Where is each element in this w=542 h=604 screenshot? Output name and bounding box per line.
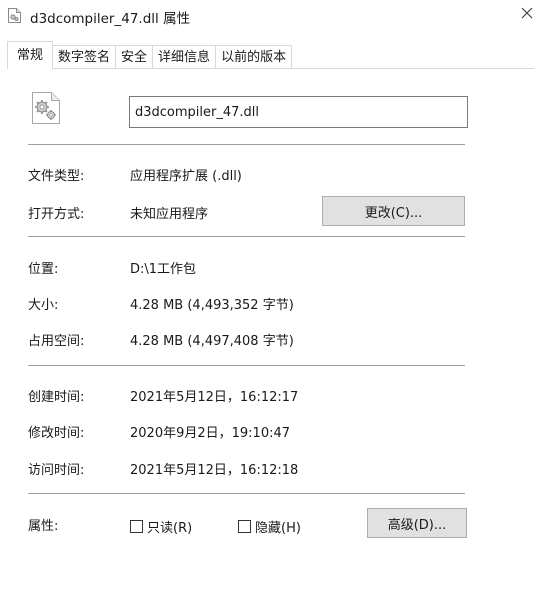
size-label: 大小: <box>28 298 59 313</box>
separator <box>28 365 465 366</box>
separator <box>28 236 465 237</box>
close-icon <box>521 7 533 23</box>
opens-with-label: 打开方式: <box>28 207 85 222</box>
properties-dialog: d3dcompiler_47.dll 属性 常规 数字签名 安全 详细信息 以前… <box>0 0 542 604</box>
readonly-checkbox-row[interactable]: 只读(R) <box>130 517 192 536</box>
location-label: 位置: <box>28 262 59 277</box>
opens-with-value: 未知应用程序 <box>130 207 209 222</box>
window-title: d3dcompiler_47.dll 属性 <box>30 11 191 27</box>
advanced-button[interactable]: 高级(D)... <box>367 508 467 538</box>
close-button[interactable] <box>512 0 542 30</box>
filename-input[interactable] <box>129 96 468 128</box>
tab-previous-versions[interactable]: 以前的版本 <box>215 45 293 69</box>
readonly-label: 只读(R) <box>147 521 193 536</box>
tab-details[interactable]: 详细信息 <box>152 45 217 69</box>
tab-digital-signatures[interactable]: 数字签名 <box>52 45 117 69</box>
tab-security[interactable]: 安全 <box>115 45 154 69</box>
dll-file-icon <box>8 8 21 23</box>
accessed-value: 2021年5月12日，16:12:18 <box>130 463 299 478</box>
tab-general[interactable]: 常规 <box>7 41 54 69</box>
separator <box>28 144 465 145</box>
general-tab-panel: 文件类型: 应用程序扩展 (.dll) 打开方式: 未知应用程序 更改(C)..… <box>0 69 542 604</box>
accessed-label: 访问时间: <box>28 463 85 478</box>
hidden-label: 隐藏(H) <box>255 521 301 536</box>
hidden-checkbox-row[interactable]: 隐藏(H) <box>238 517 301 536</box>
size-on-disk-label: 占用空间: <box>28 334 85 349</box>
modified-value: 2020年9月2日，19:10:47 <box>130 426 291 441</box>
modified-label: 修改时间: <box>28 426 85 441</box>
attributes-label: 属性: <box>28 519 59 534</box>
title-bar[interactable]: d3dcompiler_47.dll 属性 <box>0 0 542 32</box>
file-type-label: 文件类型: <box>28 169 85 184</box>
created-label: 创建时间: <box>28 390 85 405</box>
created-value: 2021年5月12日，16:12:17 <box>130 390 299 405</box>
location-value: D:\1工作包 <box>130 262 197 277</box>
file-type-value: 应用程序扩展 (.dll) <box>130 169 242 184</box>
size-on-disk-value: 4.28 MB (4,497,408 字节) <box>130 334 294 349</box>
readonly-checkbox[interactable] <box>130 520 143 533</box>
tab-strip: 常规 数字签名 安全 详细信息 以前的版本 <box>7 41 293 69</box>
separator <box>28 493 465 494</box>
dll-gear-file-icon <box>32 92 60 124</box>
size-value: 4.28 MB (4,493,352 字节) <box>130 298 294 313</box>
change-button[interactable]: 更改(C)... <box>322 196 465 226</box>
hidden-checkbox[interactable] <box>238 520 251 533</box>
